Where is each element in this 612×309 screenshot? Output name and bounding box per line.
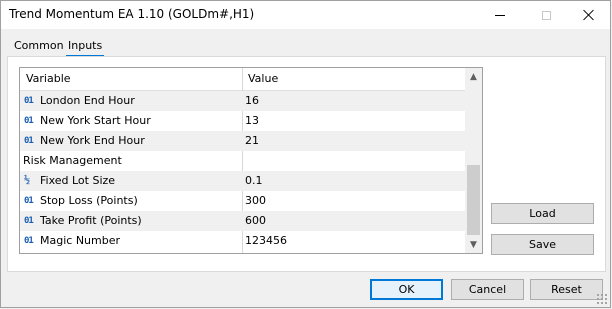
table-row[interactable]: ½ Fixed Lot Size 0.1	[20, 171, 465, 191]
maximize-button[interactable]	[523, 1, 569, 29]
variable-value[interactable]: 21	[245, 134, 259, 147]
maximize-icon	[541, 10, 551, 20]
variable-name: Stop Loss (Points)	[40, 194, 138, 207]
minimize-button[interactable]	[477, 1, 523, 29]
inputs-grid: Variable Value 01 London End Hour 16 01 Ne…	[19, 67, 483, 254]
variable-name: London End Hour	[40, 94, 135, 107]
variable-name: Magic Number	[40, 234, 121, 247]
integer-type-icon: 01	[24, 95, 34, 106]
scroll-thumb[interactable]	[467, 165, 480, 235]
resize-grip-icon[interactable]	[596, 293, 608, 305]
table-row[interactable]: 01 London End Hour 16	[20, 91, 465, 111]
grid-rows: 01 London End Hour 16 01 New York Start Ho…	[20, 91, 465, 251]
scroll-up-icon[interactable]: ▲	[465, 68, 482, 85]
integer-type-icon: 01	[24, 215, 34, 226]
variable-value[interactable]: 123456	[245, 234, 287, 247]
window-title: Trend Momentum EA 1.10 (GOLDm#,H1)	[9, 7, 255, 21]
integer-type-icon: 01	[24, 115, 34, 126]
table-row[interactable]: 01 Magic Number 123456	[20, 231, 465, 251]
load-button[interactable]: Load	[491, 203, 594, 224]
close-button[interactable]	[566, 1, 612, 29]
minimize-icon	[495, 14, 505, 16]
tab-common[interactable]: Common	[12, 38, 66, 55]
table-row[interactable]: 01 Stop Loss (Points) 300	[20, 191, 465, 211]
variable-value[interactable]: 0.1	[245, 174, 263, 187]
scroll-down-icon[interactable]: ▼	[465, 236, 482, 253]
variable-value[interactable]: 13	[245, 114, 259, 127]
variable-value[interactable]: 300	[245, 194, 266, 207]
double-type-icon: ½	[24, 175, 31, 186]
cancel-button[interactable]: Cancel	[451, 279, 524, 300]
table-row[interactable]: 01 Take Profit (Points) 600	[20, 211, 465, 231]
variable-name: Fixed Lot Size	[40, 174, 116, 187]
variable-value[interactable]: 600	[245, 214, 266, 227]
ok-button[interactable]: OK	[370, 279, 443, 300]
title-bar[interactable]: Trend Momentum EA 1.10 (GOLDm#,H1)	[1, 1, 610, 29]
variable-value[interactable]: 16	[245, 94, 259, 107]
variable-name: New York Start Hour	[40, 114, 151, 127]
tab-inputs[interactable]: Inputs	[66, 38, 105, 56]
integer-type-icon: 01	[24, 195, 34, 206]
variable-name: New York End Hour	[40, 134, 145, 147]
table-row[interactable]: 01 New York Start Hour 13	[20, 111, 465, 131]
integer-type-icon: 01	[24, 135, 34, 146]
close-icon	[583, 9, 595, 21]
integer-type-icon: 01	[24, 235, 34, 246]
group-name: Risk Management	[23, 154, 122, 167]
header-value[interactable]: Value	[248, 72, 278, 85]
table-row[interactable]: 01 New York End Hour 21	[20, 131, 465, 151]
table-row-group-header[interactable]: Risk Management	[20, 151, 465, 171]
save-button[interactable]: Save	[491, 234, 594, 255]
variable-name: Take Profit (Points)	[40, 214, 142, 227]
vertical-scrollbar[interactable]: ▲ ▼	[465, 68, 482, 253]
header-variable[interactable]: Variable	[26, 72, 71, 85]
reset-button[interactable]: Reset	[530, 279, 603, 300]
